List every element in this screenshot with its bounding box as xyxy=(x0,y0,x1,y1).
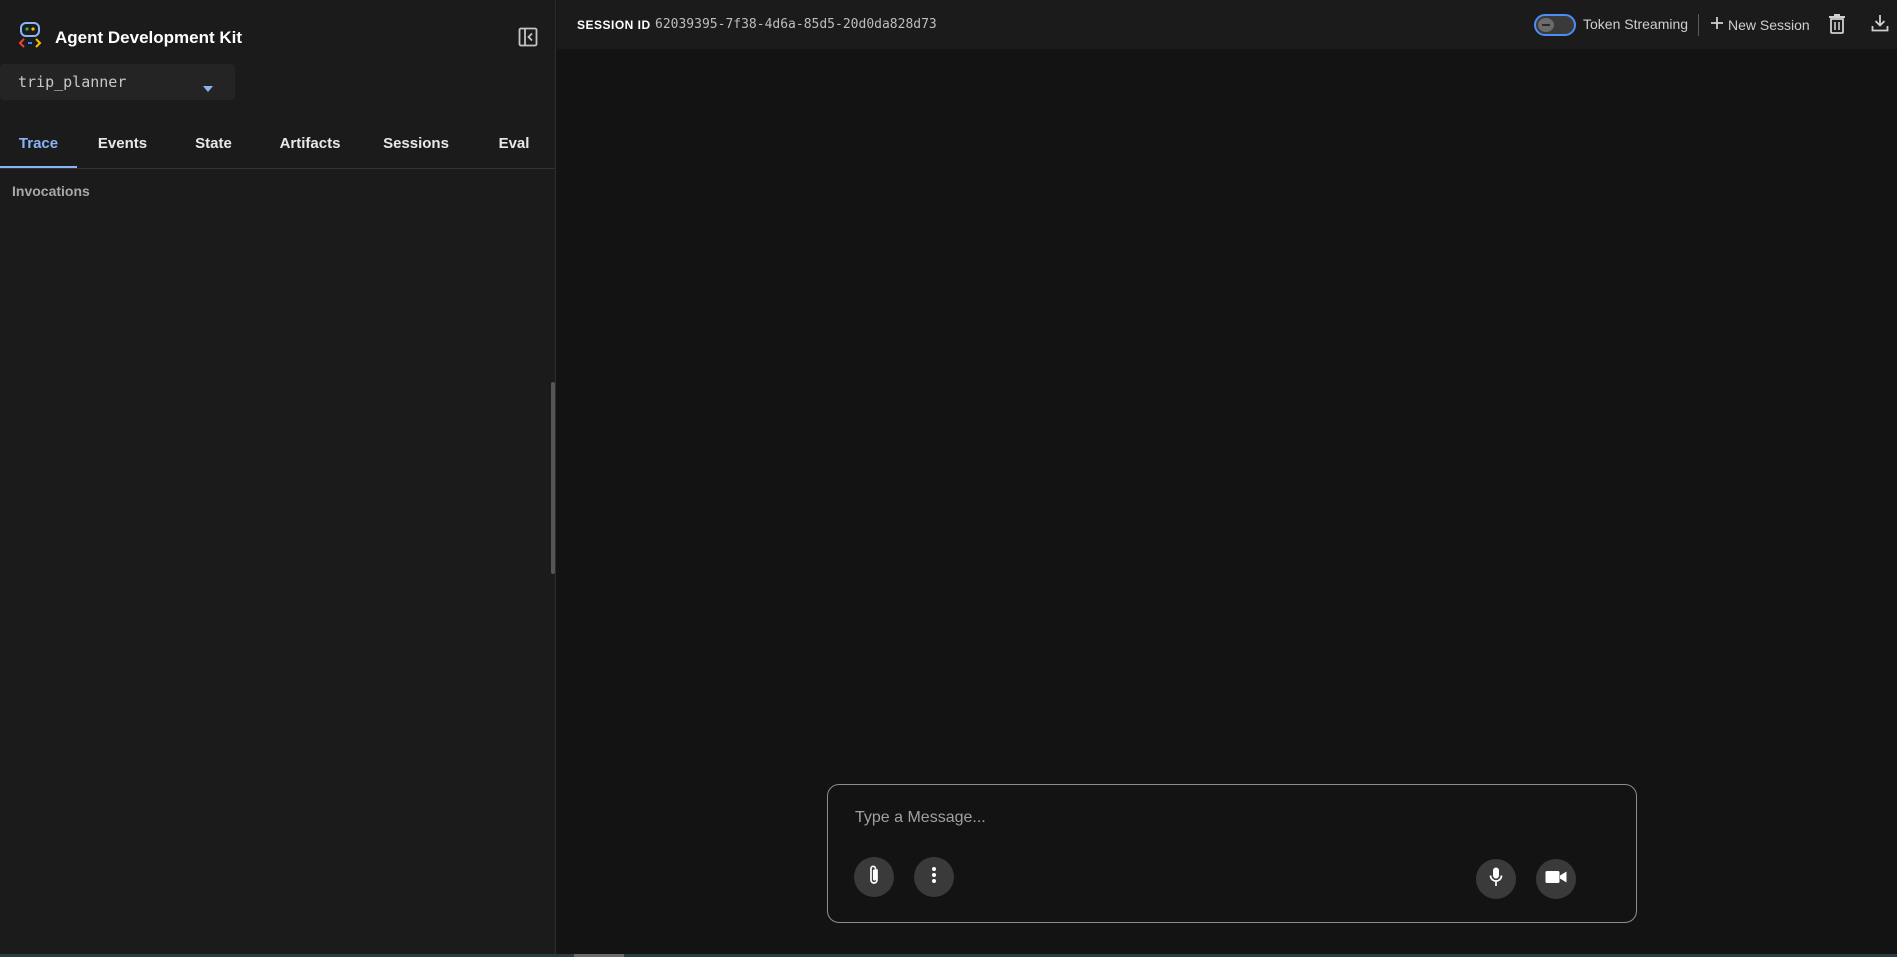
microphone-button[interactable] xyxy=(1476,859,1516,899)
token-streaming-toggle[interactable] xyxy=(1534,14,1576,36)
tab-eval[interactable]: Eval xyxy=(484,123,544,168)
delete-session-button[interactable] xyxy=(1828,14,1848,34)
agent-selector-value: trip_planner xyxy=(18,73,127,91)
new-session-label: New Session xyxy=(1728,17,1810,33)
tab-trace[interactable]: Trace xyxy=(0,123,77,168)
tab-sessions[interactable]: Sessions xyxy=(376,123,456,168)
brand: Agent Development Kit xyxy=(18,22,242,53)
adk-logo-icon xyxy=(18,22,42,53)
tab-state[interactable]: State xyxy=(175,123,252,168)
sidebar-resize-handle[interactable] xyxy=(551,382,555,574)
sidebar-tabs: Trace Events State Artifacts Sessions Ev… xyxy=(0,123,555,169)
sidebar: Agent Development Kit trip_planner Trace… xyxy=(0,0,556,957)
delete-icon xyxy=(1828,14,1846,38)
token-streaming-label: Token Streaming xyxy=(1583,16,1689,32)
agent-selector[interactable]: trip_planner xyxy=(0,64,235,100)
header-divider xyxy=(1698,14,1699,36)
attach-button[interactable] xyxy=(854,857,894,897)
mic-icon xyxy=(1489,867,1503,892)
session-id-value: 62039395-7f38-4d6a-85d5-20d0da828d73 xyxy=(655,17,937,32)
toggle-knob xyxy=(1538,18,1554,32)
message-composer xyxy=(827,784,1637,923)
new-session-button[interactable]: New Session xyxy=(1710,14,1810,36)
collapse-sidebar-button[interactable] xyxy=(518,27,538,47)
download-icon xyxy=(1871,15,1889,36)
download-session-button[interactable] xyxy=(1871,14,1891,34)
caret-down-icon xyxy=(203,79,213,97)
invocations-heading: Invocations xyxy=(12,183,90,199)
more-vert-icon xyxy=(931,866,937,889)
attach-icon xyxy=(867,864,881,891)
message-input[interactable] xyxy=(853,805,1597,831)
more-options-button[interactable] xyxy=(914,857,954,897)
videocam-icon xyxy=(1545,870,1567,889)
tab-artifacts[interactable]: Artifacts xyxy=(270,123,350,168)
app-title: Agent Development Kit xyxy=(55,27,243,47)
left-panel-close-icon xyxy=(518,27,538,51)
session-header: SESSION ID 62039395-7f38-4d6a-85d5-20d0d… xyxy=(557,0,1897,49)
add-icon xyxy=(1710,16,1724,35)
video-button[interactable] xyxy=(1536,859,1576,899)
tab-events[interactable]: Events xyxy=(84,123,161,168)
session-id-label: SESSION ID xyxy=(577,18,651,32)
